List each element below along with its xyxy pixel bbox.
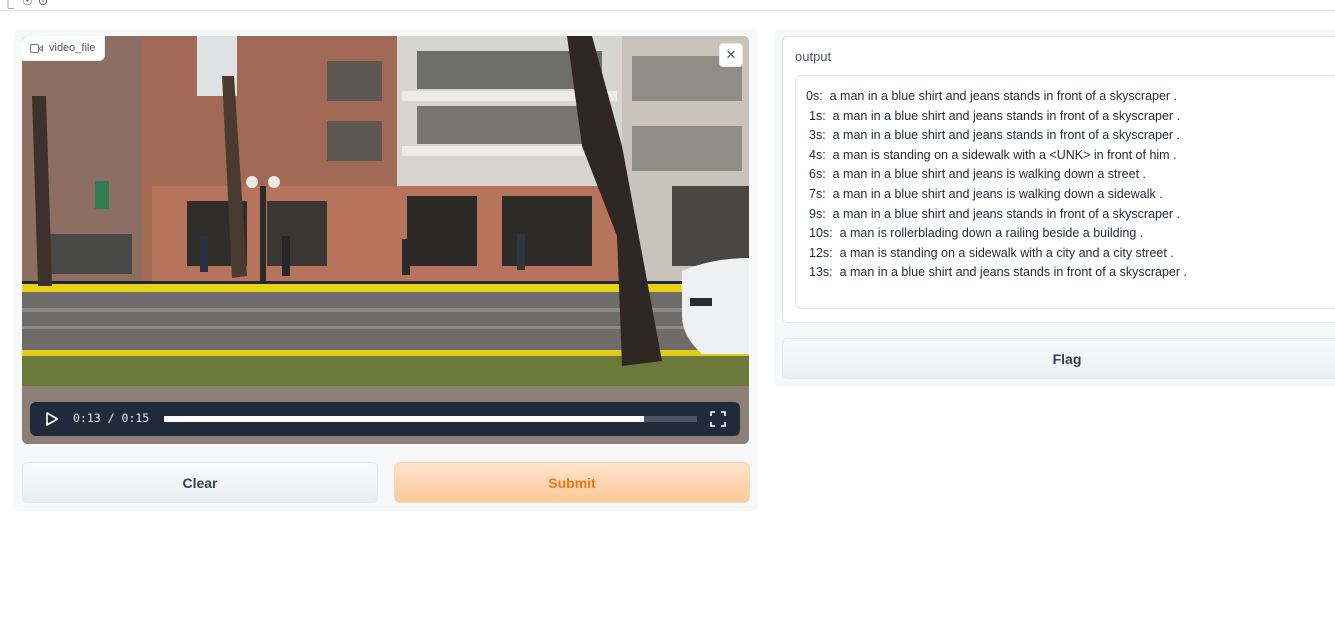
output-line: 13s: a man in a blue shirt and jeans sta… (809, 265, 1187, 280)
output-block: output 0s: a man in a blue shirt and jea… (782, 36, 1335, 323)
input-panel: video_file ✕ 0:13 / 0:15 Clear Submit (14, 29, 758, 511)
clear-video-button[interactable]: ✕ (719, 43, 743, 67)
toolbar-glyph-2: ☉ (22, 0, 33, 8)
video-file-label-text: video_file (49, 42, 96, 54)
output-line: 3s: a man in a blue shirt and jeans stan… (809, 128, 1181, 143)
clear-button[interactable]: Clear (22, 462, 378, 503)
output-line: 12s: a man is standing on a sidewalk wit… (809, 245, 1174, 260)
video-camera-icon (30, 43, 43, 53)
play-icon[interactable] (45, 412, 59, 426)
progress-fill (164, 416, 644, 422)
fullscreen-icon[interactable] (710, 411, 726, 427)
output-label: output (795, 49, 832, 64)
current-time: 0:13 (73, 411, 101, 425)
output-line: 0s: a man in a blue shirt and jeans stan… (806, 89, 1178, 103)
duration: 0:15 (121, 411, 150, 425)
output-line: 9s: a man in a blue shirt and jeans stan… (809, 206, 1181, 221)
output-line: 1s: a man in a blue shirt and jeans stan… (809, 108, 1181, 123)
toolbar-glyph-1: ⎿ (2, 0, 15, 10)
output-line: 10s: a man is rollerblading down a raili… (809, 226, 1144, 241)
toolbar-glyph-3: ⊙ (38, 0, 49, 8)
top-strip: ⎿ ☉ ⊙ (0, 0, 1335, 11)
flag-button[interactable]: Flag (782, 338, 1335, 379)
close-icon: ✕ (725, 47, 737, 62)
submit-button[interactable]: Submit (394, 462, 750, 503)
time-display: 0:13 / 0:15 (73, 411, 149, 425)
video-frame (22, 36, 749, 444)
video-file-label: video_file (22, 36, 106, 61)
output-line: 7s: a man in a blue shirt and jeans is w… (809, 186, 1163, 201)
progress-track[interactable] (164, 416, 697, 422)
time-separator: / (107, 411, 115, 425)
output-panel: output 0s: a man in a blue shirt and jea… (774, 29, 1335, 387)
video-player[interactable]: video_file ✕ 0:13 / 0:15 (22, 36, 749, 444)
output-textbox[interactable]: 0s: a man in a blue shirt and jeans stan… (795, 75, 1335, 309)
output-line: 6s: a man in a blue shirt and jeans is w… (809, 167, 1146, 182)
video-controls: 0:13 / 0:15 (30, 402, 740, 436)
output-line: 4s: a man is standing on a sidewalk with… (809, 147, 1177, 162)
